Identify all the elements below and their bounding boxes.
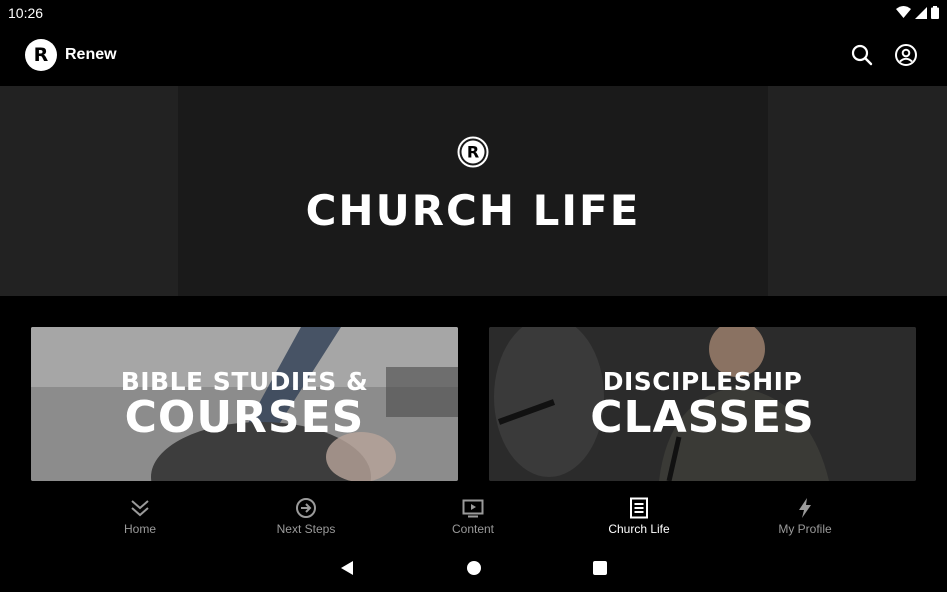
logo-letter: R bbox=[33, 44, 49, 66]
hero-banner: R CHURCH LIFE bbox=[0, 86, 947, 296]
back-icon[interactable] bbox=[339, 560, 355, 576]
bottom-nav: Home Next Steps Content Church Life My P… bbox=[0, 487, 947, 547]
nav-label-next-steps: Next Steps bbox=[276, 522, 336, 536]
document-icon bbox=[630, 497, 648, 519]
home-icon[interactable] bbox=[466, 560, 482, 576]
hero-center: R CHURCH LIFE bbox=[178, 86, 768, 296]
card-title: DISCIPLESHIP CLASSES bbox=[489, 369, 916, 440]
nav-item-church-life[interactable]: Church Life bbox=[584, 497, 694, 536]
status-bar: 10:26 bbox=[0, 0, 947, 26]
arrow-circle-icon bbox=[296, 498, 316, 518]
signal-icon bbox=[915, 6, 927, 19]
bible-studies-card[interactable]: BIBLE STUDIES & COURSES bbox=[31, 327, 458, 481]
card-title-line1: BIBLE STUDIES & bbox=[120, 367, 369, 396]
app-title: Renew bbox=[65, 46, 117, 63]
wifi-icon bbox=[896, 6, 911, 18]
nav-item-content[interactable]: Content bbox=[418, 497, 528, 536]
search-icon[interactable] bbox=[850, 43, 874, 67]
nav-label-my-profile: My Profile bbox=[778, 522, 832, 536]
system-nav-bar bbox=[0, 547, 947, 592]
nav-item-next-steps[interactable]: Next Steps bbox=[251, 497, 361, 536]
nav-label-content: Content bbox=[451, 522, 495, 536]
card-title-line2: COURSES bbox=[124, 392, 365, 443]
account-icon[interactable] bbox=[894, 43, 918, 67]
nav-label-church-life: Church Life bbox=[608, 522, 670, 536]
hero-logo-letter: R bbox=[467, 143, 479, 162]
nav-label-home: Home bbox=[123, 522, 156, 536]
double-chevron-down-icon bbox=[131, 500, 149, 517]
tv-play-icon bbox=[462, 499, 484, 518]
card-title-line1: DISCIPLESHIP bbox=[602, 367, 803, 396]
renew-logo-icon: R bbox=[457, 136, 489, 168]
discipleship-card[interactable]: DISCIPLESHIP CLASSES bbox=[489, 327, 916, 481]
status-time: 10:26 bbox=[8, 5, 44, 21]
nav-item-home[interactable]: Home bbox=[85, 497, 195, 536]
card-title: BIBLE STUDIES & COURSES bbox=[31, 369, 458, 440]
nav-item-my-profile[interactable]: My Profile bbox=[750, 497, 860, 536]
card-title-line2: CLASSES bbox=[590, 392, 815, 443]
app-bar: R Renew bbox=[0, 26, 947, 86]
hero-title: CHURCH LIFE bbox=[305, 186, 641, 235]
recents-icon[interactable] bbox=[592, 560, 608, 576]
app-logo: R bbox=[25, 39, 57, 71]
battery-icon bbox=[931, 6, 939, 19]
status-icons bbox=[896, 6, 939, 19]
lightning-icon bbox=[799, 498, 811, 518]
